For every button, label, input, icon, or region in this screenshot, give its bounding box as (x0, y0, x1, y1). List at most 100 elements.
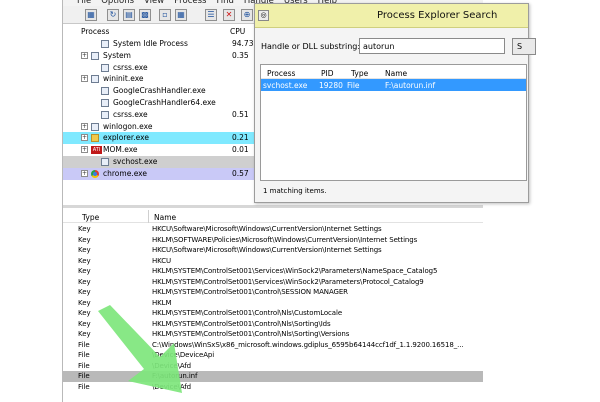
handle-type: Key (78, 288, 91, 296)
handle-type: Key (78, 267, 91, 275)
results-column-process[interactable]: Process (267, 69, 295, 78)
folder-icon (91, 134, 99, 143)
process-name: GoogleCrashHandler.exe (113, 86, 206, 96)
window-icon[interactable]: ▫ (159, 9, 171, 21)
process-icon (101, 98, 109, 107)
expand-toggle-icon[interactable]: + (81, 134, 88, 142)
process-name: winlogon.exe (103, 121, 153, 131)
expand-toggle-icon[interactable]: + (81, 122, 88, 130)
handle-row[interactable]: Key HKLM\SYSTEM\ControlSet001\Control\SES… (63, 287, 483, 298)
column-type[interactable]: Type (82, 213, 99, 222)
process-row[interactable]: + wininit.exe (63, 73, 263, 85)
search-results-list: Process PID Type Name svchost.exe 19280 … (260, 64, 527, 181)
dialog-title-bar[interactable]: ◎ Process Explorer Search (255, 4, 528, 28)
handle-name: HKCU\Software\Microsoft\Windows\CurrentV… (152, 225, 382, 233)
kill-icon[interactable]: ✕ (223, 9, 235, 21)
column-cpu[interactable]: CPU (230, 27, 245, 36)
expand-toggle-icon[interactable]: + (81, 51, 88, 59)
process-row[interactable]: GoogleCrashHandler64.exe (63, 97, 263, 109)
process-row[interactable]: + ATI MOM.exe 0.01 (63, 144, 263, 156)
handle-list-header: Type Name (63, 210, 483, 223)
process-cpu: 0.51 (232, 109, 249, 119)
handle-row[interactable]: Key HKCU\Software\Microsoft\Windows\Curre… (63, 245, 483, 256)
handle-type: File (78, 382, 90, 391)
handle-type: Key (78, 277, 91, 286)
handle-type: File (78, 340, 90, 349)
refresh-icon[interactable]: ↻ (107, 9, 119, 21)
ati-icon: ATI (91, 146, 102, 155)
find-icon[interactable]: ▦ (175, 9, 187, 21)
handle-type: Key (78, 319, 91, 328)
handle-type: Key (78, 298, 91, 307)
process-name: MOM.exe (103, 145, 138, 155)
process-name: System Idle Process (113, 39, 188, 48)
handle-row[interactable]: Key HKLM\SYSTEM\ControlSet001\Services\Wi… (63, 277, 483, 288)
search-status: 1 matching items. (263, 187, 327, 195)
handle-name: HKCU\Software\Microsoft\Windows\CurrentV… (152, 246, 382, 254)
handle-row[interactable]: Key HKLM\SYSTEM\ControlSet001\Services\Wi… (63, 266, 483, 277)
process-row[interactable]: + winlogon.exe (63, 121, 263, 133)
green-arrow-annotation (98, 305, 182, 393)
process-row[interactable]: + System 0.35 (63, 50, 263, 62)
process-cpu: 0.57 (232, 168, 249, 178)
process-list-header: Process CPU (63, 26, 263, 38)
search-dialog: ◎ Process Explorer Search Handle or DLL … (254, 3, 536, 203)
results-column-type[interactable]: Type (351, 69, 368, 78)
search-input[interactable] (359, 38, 505, 54)
process-name: chrome.exe (103, 168, 147, 178)
process-cpu: 94.73 (232, 39, 254, 48)
process-row[interactable]: svchost.exe (63, 155, 263, 168)
process-row[interactable]: GoogleCrashHandler.exe (63, 85, 263, 97)
process-icon (91, 51, 99, 60)
handle-type: Key (78, 235, 91, 244)
handle-row[interactable]: Key HKLM\SOFTWARE\Policies\Microsoft\Wind… (63, 235, 483, 246)
handle-type: File (78, 372, 90, 380)
pane-splitter[interactable] (63, 205, 483, 208)
process-row[interactable]: csrss.exe (63, 62, 263, 74)
save-icon[interactable]: ▦ (85, 9, 97, 21)
process-cpu: 0.01 (232, 145, 249, 155)
column-process[interactable]: Process (81, 27, 109, 36)
column-separator[interactable] (148, 210, 149, 223)
handle-type: Key (78, 309, 91, 317)
handle-type: File (78, 351, 90, 359)
process-row[interactable]: System Idle Process 94.73 (63, 38, 263, 50)
handle-row[interactable]: Key HKCU\Software\Microsoft\Windows\Curre… (63, 224, 483, 235)
process-row[interactable]: csrss.exe 0.51 (63, 109, 263, 121)
process-row[interactable]: + chrome.exe 0.57 (63, 167, 263, 180)
results-column-name[interactable]: Name (385, 69, 407, 78)
process-row[interactable]: + explorer.exe 0.21 (63, 132, 263, 145)
chrome-icon (91, 169, 99, 178)
process-name: System (103, 50, 131, 60)
cpu-graph-icon[interactable]: ▩ (139, 9, 151, 21)
expand-toggle-icon[interactable]: + (81, 169, 88, 177)
target-icon[interactable]: ⊕ (241, 9, 253, 21)
screenshot-stage: FileOptionsViewProcessFindHandleUsersHel… (0, 0, 600, 402)
process-icon (101, 40, 109, 48)
result-type: File (347, 81, 360, 90)
column-name[interactable]: Name (154, 213, 176, 222)
search-button[interactable]: S (512, 38, 536, 55)
result-pid: 19280 (319, 81, 343, 90)
handle-row[interactable]: Key HKCU (63, 256, 483, 267)
handle-type: Key (78, 246, 91, 254)
process-icon (101, 87, 109, 96)
expand-toggle-icon[interactable]: + (81, 146, 88, 154)
handle-name: HKLM\SYSTEM\ControlSet001\Control\SESSIO… (152, 288, 348, 296)
results-column-pid[interactable]: PID (321, 69, 334, 78)
handle-type: File (78, 361, 90, 370)
handle-type: Key (78, 225, 91, 233)
system-info-icon[interactable]: ▤ (123, 9, 135, 21)
expand-toggle-icon[interactable]: + (81, 75, 88, 83)
process-cpu: 0.35 (232, 50, 249, 60)
search-label: Handle or DLL substring: (261, 42, 361, 51)
properties-icon[interactable]: ☰ (205, 9, 217, 21)
process-icon (91, 122, 99, 131)
process-icon (101, 157, 109, 166)
results-header: Process PID Type Name (261, 65, 526, 79)
process-name: explorer.exe (103, 133, 149, 143)
search-app-icon: ◎ (258, 10, 269, 21)
process-name: GoogleCrashHandler64.exe (113, 97, 216, 107)
search-result-row[interactable]: svchost.exe 19280 File F:\autorun.inf (261, 79, 526, 91)
process-icon (101, 110, 109, 119)
